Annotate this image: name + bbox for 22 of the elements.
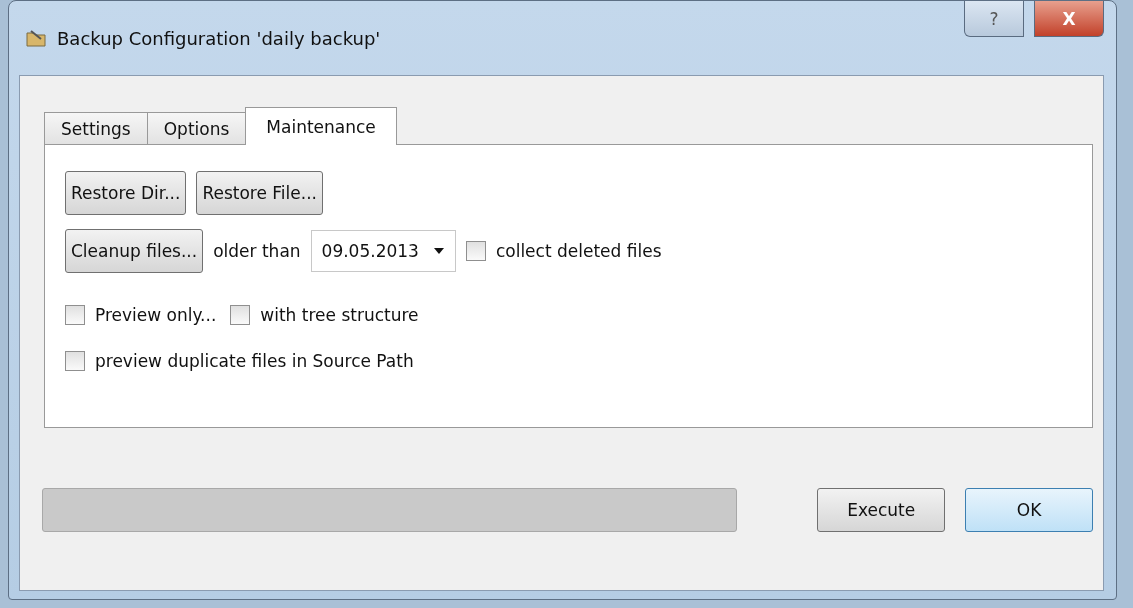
checkbox[interactable] — [465, 241, 486, 261]
cleanup-button[interactable]: Cleanup files... — [65, 229, 204, 273]
folder-icon — [25, 27, 47, 49]
restore-button[interactable]: Restore Dir... — [65, 171, 187, 215]
tab[interactable]: Settings — [44, 112, 148, 144]
restore-button[interactable]: Restore File... — [196, 171, 323, 215]
dialog-button[interactable]: Execute — [817, 488, 946, 532]
checkbox[interactable] — [65, 351, 85, 371]
tab[interactable]: Maintenance — [245, 107, 397, 145]
dropdown-arrow-icon — [432, 247, 445, 255]
tab[interactable]: Options — [146, 112, 247, 144]
checkbox-label: collect deleted files — [495, 241, 662, 261]
older-than-label: older than — [213, 241, 301, 261]
help-button[interactable]: ? — [964, 1, 1024, 37]
dialog-button[interactable]: OK — [965, 488, 1093, 532]
window-title: Backup Configuration 'daily backup' — [57, 27, 381, 49]
checkbox-label: with tree structure — [260, 305, 419, 325]
checkbox[interactable] — [65, 305, 85, 325]
checkbox-label: Preview only... — [95, 305, 217, 325]
checkbox[interactable] — [230, 305, 251, 325]
checkbox-label: preview duplicate files in Source Path — [95, 351, 414, 371]
date-dropdown[interactable]: 09.05.2013 — [310, 230, 456, 272]
